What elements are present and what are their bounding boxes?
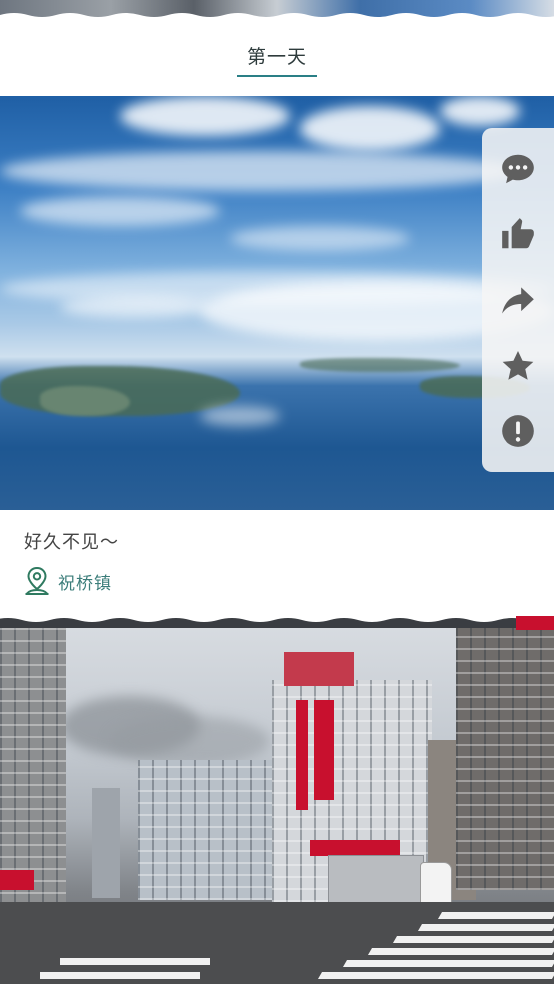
store-sign: [314, 700, 334, 800]
store-sign: [516, 616, 554, 630]
wave-divider: [0, 13, 554, 18]
building-tower: [92, 788, 120, 898]
building-right: [456, 628, 554, 890]
store-sign: [284, 652, 354, 686]
location-pin-icon: [25, 566, 49, 595]
post-caption: 好久不见～: [24, 532, 119, 553]
store-sign: [310, 840, 400, 856]
share-button[interactable]: [496, 278, 540, 322]
day-header: 第一天: [0, 18, 554, 96]
location-name: 祝桥镇: [58, 573, 112, 594]
comment-icon: [502, 154, 534, 184]
truck-cab: [420, 862, 452, 906]
favorite-button[interactable]: [496, 344, 540, 388]
action-bar: [482, 128, 554, 472]
location-link[interactable]: 祝桥镇: [24, 566, 112, 596]
share-arrow-icon: [502, 287, 534, 314]
alert-icon: [502, 415, 534, 448]
store-sign: [296, 700, 308, 810]
previous-photo[interactable]: [0, 0, 554, 18]
store-sign: [0, 870, 34, 890]
building-glass: [138, 760, 274, 900]
wave-divider: [0, 616, 554, 628]
comment-button[interactable]: [496, 147, 540, 191]
like-button[interactable]: [496, 212, 540, 256]
thumbs-up-icon: [502, 218, 534, 249]
truck: [328, 855, 424, 907]
star-icon: [502, 350, 534, 380]
day-title: 第一天: [236, 42, 317, 77]
report-button[interactable]: [496, 409, 540, 453]
airplane-window-photo[interactable]: [0, 96, 554, 510]
